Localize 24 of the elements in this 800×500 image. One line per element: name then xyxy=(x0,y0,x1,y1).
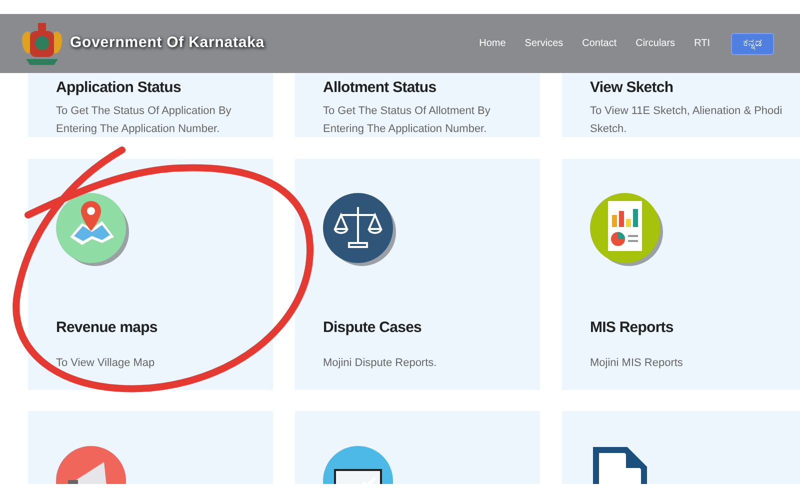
language-button[interactable]: ಕನ್ನಡ xyxy=(731,32,774,54)
card-title: View Sketch xyxy=(590,78,674,98)
card-description: To Get The Status Of Application By Entering The Application Number. xyxy=(56,104,232,136)
card-description: To View 11E Sketch, Alienation & Phodi Sketch. xyxy=(590,104,784,136)
card-title: MIS Reports xyxy=(590,318,674,338)
scales-icon xyxy=(323,193,397,267)
card-description: Mojini Dispute Reports. xyxy=(323,356,438,370)
service-card[interactable] xyxy=(562,411,800,484)
service-card[interactable]: MIS Reports Mojini MIS Reports xyxy=(562,159,800,390)
card-title: Application Status xyxy=(56,78,182,98)
map-pin-icon xyxy=(56,193,130,267)
service-card[interactable]: Allotment Status To Get The Status Of Allotment By Entering The Application Number. xyxy=(295,73,540,137)
site-title: Government Of Karnataka xyxy=(70,33,265,54)
card-description: To Get The Status Of Allotment By Entering The Application Number. xyxy=(323,104,492,136)
card-description: Mojini MIS Reports xyxy=(590,356,684,370)
card-description: To View Village Map xyxy=(56,356,156,370)
report-chart-icon xyxy=(590,193,664,267)
card-title: Allotment Status xyxy=(323,78,438,98)
service-card[interactable]: Dispute Cases Mojini Dispute Reports. xyxy=(295,159,540,390)
service-card[interactable]: Application Status To Get The Status Of Application By Entering The Application Number. xyxy=(28,73,273,137)
card-title: Dispute Cases xyxy=(323,318,422,338)
service-card[interactable]: Revenue maps To View Village Map xyxy=(28,159,273,390)
service-card[interactable]: View Sketch To View 11E Sketch, Alienation & Phodi Sketch. xyxy=(562,73,800,137)
card-title: Revenue maps xyxy=(56,318,158,338)
